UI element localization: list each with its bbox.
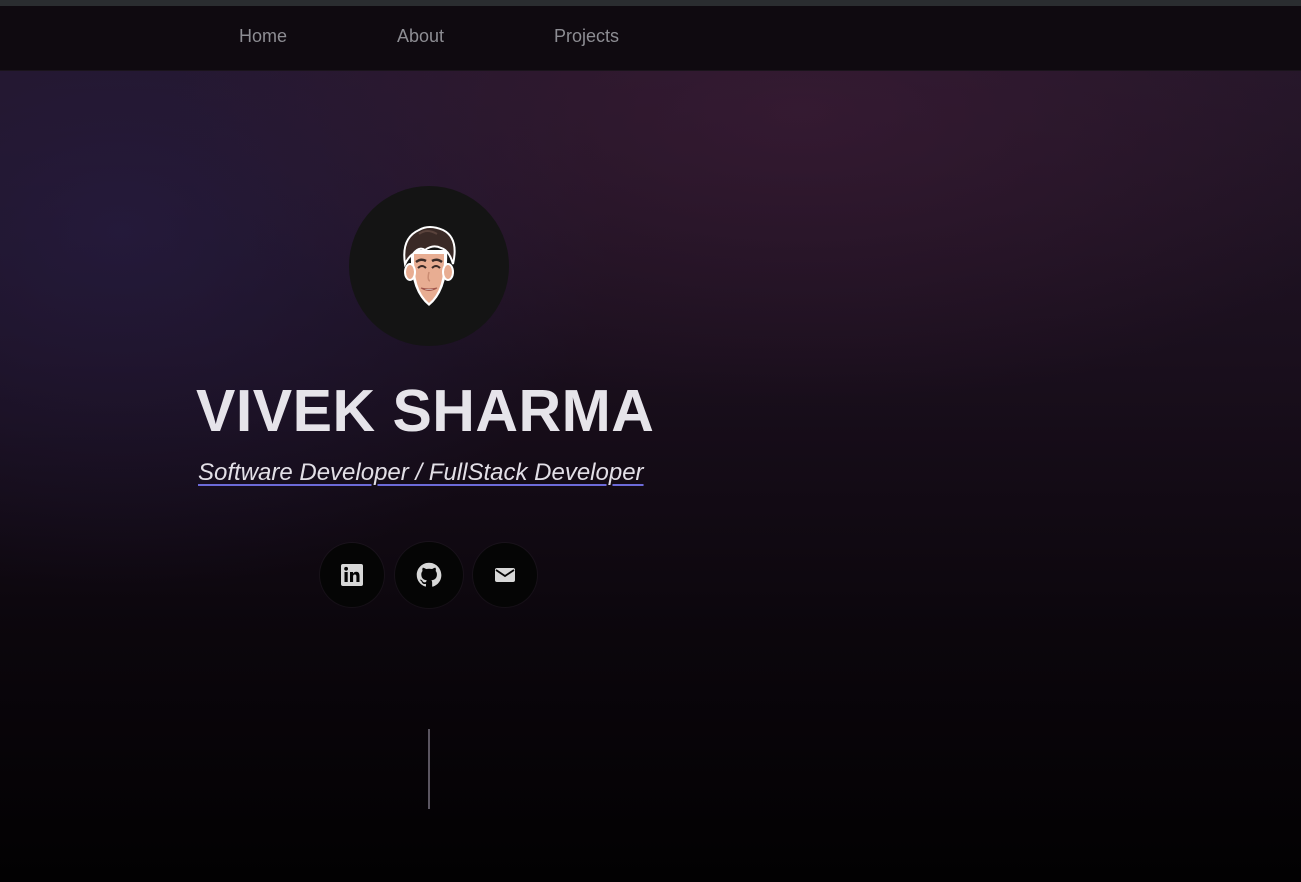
- page-title-name: VIVEK SHARMA: [196, 378, 655, 444]
- nav-home-link[interactable]: Home: [239, 26, 287, 47]
- scroll-indicator-line: [428, 729, 430, 809]
- tagline-subtitle[interactable]: Software Developer / FullStack Developer: [198, 459, 644, 487]
- mail-button[interactable]: [473, 543, 537, 607]
- nav-about-link[interactable]: About: [397, 26, 444, 47]
- nav-projects-link[interactable]: Projects: [554, 26, 619, 47]
- mail-icon: [495, 568, 515, 582]
- linkedin-icon: [341, 564, 363, 586]
- linkedin-button[interactable]: [320, 543, 384, 607]
- github-button[interactable]: [395, 542, 463, 608]
- avatar: [349, 186, 509, 346]
- cartoon-face-avatar-icon: [403, 226, 456, 306]
- github-icon: [416, 562, 442, 587]
- top-navbar: Home About Projects: [0, 6, 1301, 71]
- hero-section: VIVEK SHARMA Software Developer / FullSt…: [0, 71, 1301, 882]
